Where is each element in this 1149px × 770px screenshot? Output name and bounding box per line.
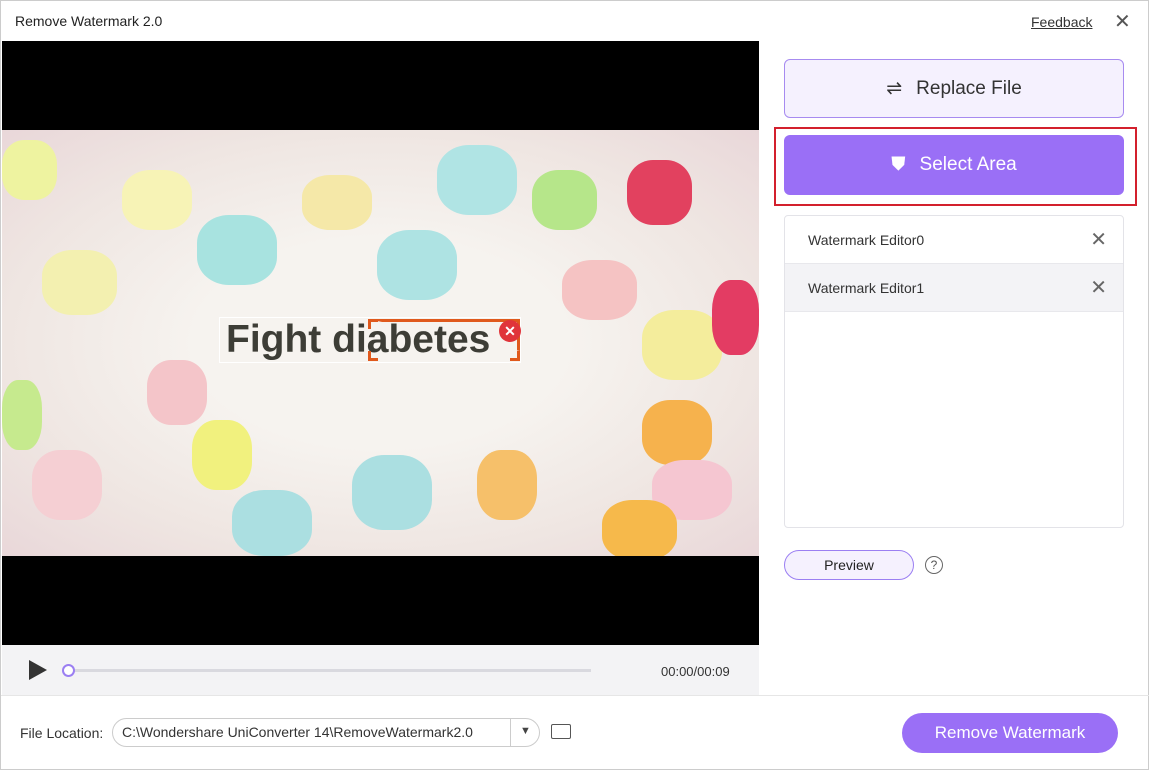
divider: [1, 695, 1149, 696]
stamp-icon: ⛊: [891, 154, 906, 175]
window-title: Remove Watermark 2.0: [15, 13, 163, 29]
preview-button[interactable]: Preview: [784, 550, 914, 580]
select-area-button[interactable]: ⛊ Select Area: [784, 135, 1124, 195]
list-item[interactable]: Watermark Editor1 ✕: [785, 264, 1123, 312]
play-icon[interactable]: [29, 660, 47, 680]
replace-file-button[interactable]: ⇌ Replace File: [784, 59, 1124, 118]
replace-file-label: Replace File: [916, 77, 1022, 99]
select-area-label: Select Area: [919, 154, 1017, 175]
close-icon[interactable]: ✕: [1090, 227, 1107, 252]
progress-handle[interactable]: [62, 664, 75, 677]
help-icon[interactable]: ?: [925, 556, 943, 574]
feedback-link[interactable]: Feedback: [1031, 14, 1092, 30]
watermark-editor-list: Watermark Editor0 ✕ Watermark Editor1 ✕: [784, 215, 1124, 528]
file-location-label: File Location:: [20, 725, 104, 741]
swap-icon: ⇌: [886, 78, 903, 99]
list-item[interactable]: Watermark Editor0 ✕: [785, 216, 1123, 264]
editor-label: Watermark Editor0: [808, 231, 925, 248]
remove-watermark-button[interactable]: Remove Watermark: [902, 713, 1118, 753]
folder-icon[interactable]: [551, 724, 571, 739]
close-icon[interactable]: ✕: [1090, 275, 1107, 300]
chevron-down-icon[interactable]: ▼: [510, 718, 540, 747]
close-icon[interactable]: ✕: [1114, 9, 1131, 34]
progress-track[interactable]: [67, 669, 591, 672]
editor-label: Watermark Editor1: [808, 279, 925, 296]
file-location-select[interactable]: C:\Wondershare UniConverter 14\RemoveWat…: [112, 718, 540, 747]
remove-selection-icon[interactable]: ✕: [499, 320, 521, 342]
time-readout: 00:00/00:09: [661, 664, 730, 679]
